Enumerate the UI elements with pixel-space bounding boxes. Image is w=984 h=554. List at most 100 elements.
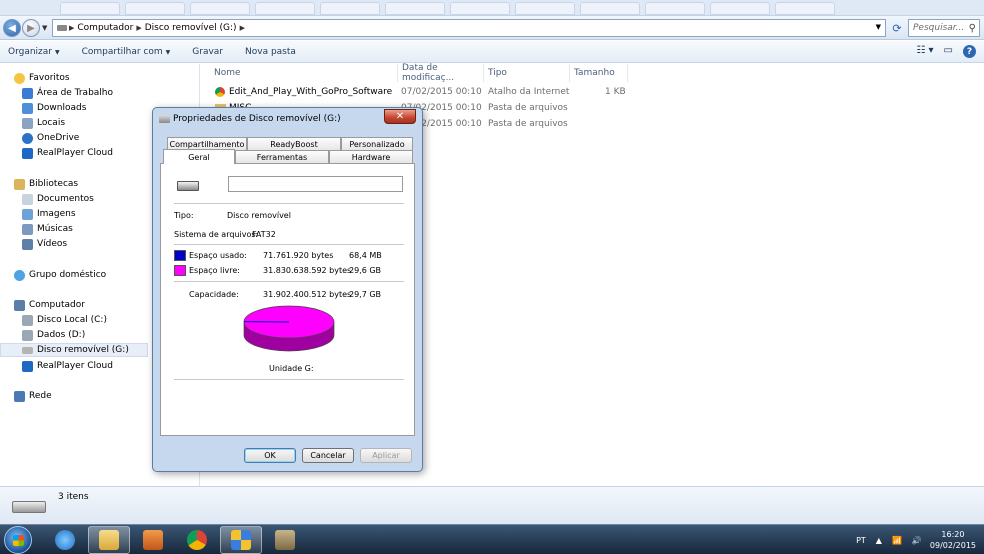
- nav-network[interactable]: Rede: [14, 389, 52, 403]
- nav-desktop[interactable]: Área de Trabalho: [22, 86, 113, 100]
- nav-homegroup[interactable]: Grupo doméstico: [14, 268, 106, 282]
- back-button[interactable]: ◀: [3, 19, 21, 37]
- file-row[interactable]: Edit_And_Play_With_GoPro_Software 07/02/…: [201, 86, 984, 100]
- column-header-name[interactable]: Nome: [210, 64, 398, 82]
- tab-hardware[interactable]: Hardware: [329, 150, 413, 163]
- breadcrumb-computer[interactable]: Computador: [77, 23, 133, 33]
- nav-removable-disk[interactable]: Disco removível (G:): [0, 343, 148, 357]
- burn-button[interactable]: Gravar: [192, 47, 223, 57]
- nav-videos[interactable]: Vídeos: [22, 237, 67, 251]
- nav-documents[interactable]: Documentos: [22, 192, 94, 206]
- address-dropdown-icon[interactable]: ▼: [876, 23, 881, 31]
- used-space-label: Espaço usado:: [189, 251, 247, 260]
- explorer-taskbar-button[interactable]: [88, 526, 130, 554]
- help-icon[interactable]: ?: [963, 45, 976, 58]
- background-tab[interactable]: [385, 2, 445, 15]
- drive-icon: [57, 25, 67, 31]
- organize-button[interactable]: Organizar ▼: [8, 47, 60, 57]
- background-tab[interactable]: [580, 2, 640, 15]
- background-tab[interactable]: [710, 2, 770, 15]
- nav-local-disk[interactable]: Disco Local (C:): [22, 313, 107, 327]
- nav-images[interactable]: Imagens: [22, 207, 76, 221]
- cancel-button[interactable]: Cancelar: [302, 448, 354, 463]
- background-tab[interactable]: [450, 2, 510, 15]
- clock[interactable]: 16:20 09/02/2015: [930, 529, 976, 551]
- nav-libraries[interactable]: Bibliotecas: [14, 177, 78, 191]
- internet-explorer-taskbar-button[interactable]: [44, 526, 86, 554]
- nav-data-disk[interactable]: Dados (D:): [22, 328, 85, 342]
- libraries-icon: [14, 178, 25, 190]
- show-hidden-icons-icon[interactable]: ▲: [876, 536, 882, 545]
- recent-pages-dropdown[interactable]: ▼: [42, 24, 47, 32]
- forward-button[interactable]: ▶: [22, 19, 40, 37]
- file-type: Atalho da Internet: [488, 87, 570, 97]
- network-icon: [14, 390, 25, 402]
- removable-drive-icon: [159, 115, 170, 123]
- taskbar: PT ▲ 📶 🔊 16:20 09/02/2015: [0, 524, 984, 554]
- address-bar[interactable]: ▶ Computador ▶ Disco removível (G:) ▶ ▼: [52, 19, 886, 37]
- network-icon[interactable]: 📶: [892, 536, 902, 545]
- chrome-icon: [187, 530, 207, 550]
- hard-drive-icon: [22, 329, 33, 341]
- breadcrumb-current[interactable]: Disco removível (G:): [145, 23, 237, 33]
- background-tab[interactable]: [60, 2, 120, 15]
- background-tab[interactable]: [515, 2, 575, 15]
- tab-readyboost[interactable]: ReadyBoost: [247, 137, 341, 150]
- filesystem-label: Sistema de arquivos:: [174, 230, 259, 239]
- background-tab[interactable]: [190, 2, 250, 15]
- tab-general[interactable]: Geral: [163, 149, 235, 164]
- chrome-taskbar-button[interactable]: [176, 526, 218, 554]
- nav-downloads[interactable]: Downloads: [22, 101, 86, 115]
- nav-favorites[interactable]: Favoritos: [14, 71, 70, 85]
- background-tab[interactable]: [320, 2, 380, 15]
- desktop-icon: [22, 87, 33, 99]
- background-tab[interactable]: [255, 2, 315, 15]
- breadcrumb-separator[interactable]: ▶: [136, 24, 141, 32]
- nav-recent[interactable]: Locais: [22, 116, 65, 130]
- music-icon: [22, 223, 33, 235]
- nav-realplayer-cloud[interactable]: RealPlayer Cloud: [22, 146, 113, 160]
- drive-letter-label: Unidade G:: [269, 364, 314, 373]
- nav-computer[interactable]: Computador: [14, 298, 85, 312]
- file-size: 1 KB: [605, 87, 626, 97]
- divider: [174, 281, 404, 282]
- images-icon: [22, 208, 33, 220]
- nav-onedrive[interactable]: OneDrive: [22, 131, 79, 145]
- column-header-size[interactable]: Tamanho: [570, 64, 628, 82]
- file-type: Pasta de arquivos: [488, 119, 568, 129]
- computer-icon: [14, 299, 25, 311]
- filesystem-value: FAT32: [252, 230, 276, 239]
- volume-icon[interactable]: 🔊: [912, 536, 922, 545]
- breadcrumb-separator[interactable]: ▶: [69, 24, 74, 32]
- nav-music[interactable]: Músicas: [22, 222, 73, 236]
- realplayer-icon: [22, 147, 33, 159]
- column-header-date[interactable]: Data de modificaç...: [398, 63, 484, 83]
- preview-pane-icon[interactable]: ▭: [944, 45, 953, 58]
- onedrive-icon: [22, 132, 33, 144]
- media-player-taskbar-button[interactable]: [132, 526, 174, 554]
- security-taskbar-button[interactable]: [220, 526, 262, 554]
- search-icon[interactable]: ⚲: [969, 21, 976, 37]
- column-header-type[interactable]: Tipo: [484, 64, 570, 82]
- tab-customize[interactable]: Personalizado: [341, 137, 413, 150]
- type-label: Tipo:: [174, 211, 194, 220]
- refresh-icon[interactable]: ⟳: [888, 19, 906, 37]
- share-with-button[interactable]: Compartilhar com ▼: [82, 47, 171, 57]
- ok-button[interactable]: OK: [244, 448, 296, 463]
- app-taskbar-button[interactable]: [264, 526, 306, 554]
- view-options-icon[interactable]: ☷ ▾: [916, 45, 933, 58]
- search-input[interactable]: Pesquisar... ⚲: [908, 19, 980, 37]
- tab-tools[interactable]: Ferramentas: [235, 150, 329, 163]
- new-folder-button[interactable]: Nova pasta: [245, 47, 296, 57]
- start-button[interactable]: [4, 526, 32, 554]
- language-indicator[interactable]: PT: [856, 536, 866, 545]
- apply-button[interactable]: Aplicar: [360, 448, 412, 463]
- type-value: Disco removível: [227, 211, 291, 220]
- close-button[interactable]: ✕: [384, 109, 416, 124]
- background-tab[interactable]: [645, 2, 705, 15]
- background-tab[interactable]: [125, 2, 185, 15]
- volume-label-input[interactable]: [228, 176, 403, 192]
- breadcrumb-separator[interactable]: ▶: [240, 24, 245, 32]
- background-tab[interactable]: [775, 2, 835, 15]
- nav-realplayer-cloud-2[interactable]: RealPlayer Cloud: [22, 359, 113, 373]
